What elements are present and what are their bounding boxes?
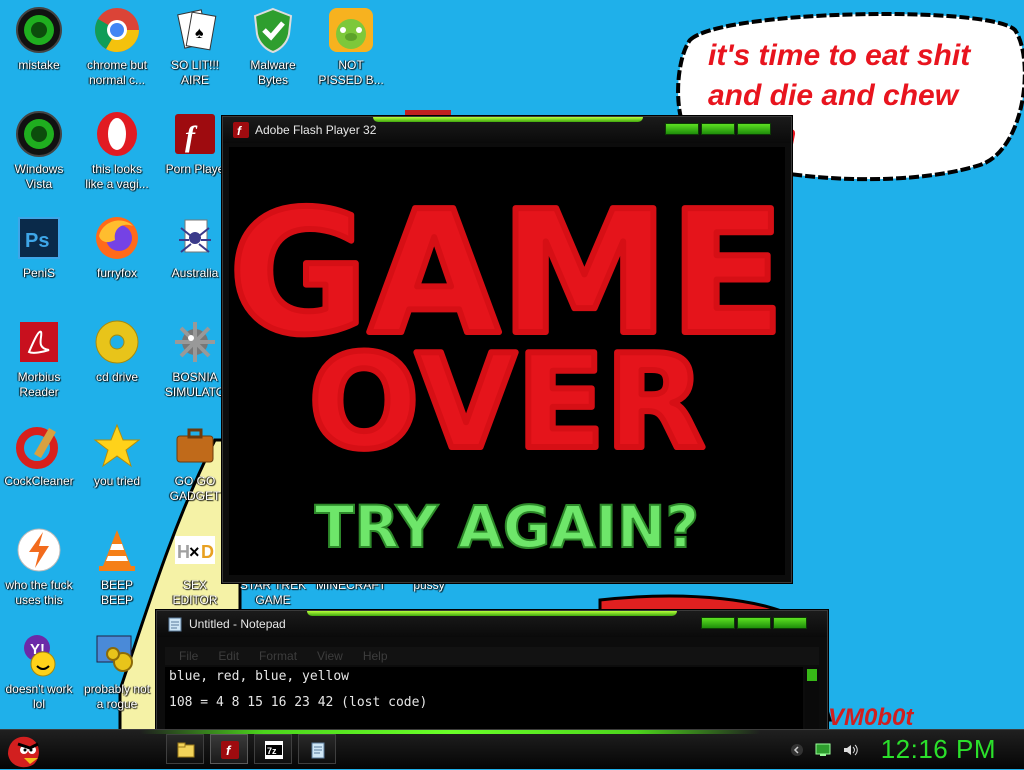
- text-line: blue, red, blue, yellow: [169, 669, 350, 684]
- hxd-icon: H × D: [175, 536, 215, 564]
- chrome-icon: [95, 8, 139, 52]
- explorer-icon: [177, 742, 195, 758]
- desktop-icon-photoshop[interactable]: Ps PeniS: [0, 214, 78, 281]
- taskbar-clock[interactable]: 12:16 PM: [881, 734, 996, 765]
- cd-icon: [95, 320, 139, 364]
- star-icon: [93, 423, 141, 468]
- menu-view[interactable]: View: [317, 647, 343, 665]
- menu-bar: File Edit Format View Help: [165, 647, 819, 665]
- lightning-icon: [17, 528, 61, 572]
- angry-birds-pig-icon: [329, 8, 373, 52]
- desktop-icon-ccleaner[interactable]: CockCleaner: [0, 422, 78, 489]
- svg-text:D: D: [201, 542, 214, 562]
- green-orb-icon: [16, 7, 62, 53]
- green-orb-icon: [16, 111, 62, 157]
- svg-text:7z: 7z: [267, 746, 277, 756]
- try-again-button[interactable]: TRY AGAIN?: [314, 492, 700, 562]
- shield-check-icon: [253, 7, 293, 54]
- briefcase-icon: [176, 428, 214, 463]
- minimize-button[interactable]: [701, 617, 735, 629]
- menu-help[interactable]: Help: [363, 647, 388, 665]
- text-area[interactable]: blue, red, blue, yellow 108 = 4 8 15 16 …: [165, 667, 803, 735]
- taskbar: f 7z 12:16 PM: [0, 729, 1024, 769]
- maximize-button[interactable]: [737, 617, 771, 629]
- svg-text:×: ×: [189, 542, 200, 562]
- game-over-screen: GAME OVER TRY AGAIN?: [226, 172, 788, 562]
- minesweeper-icon: [175, 322, 215, 362]
- taskbar-flash-button[interactable]: f: [210, 734, 248, 764]
- scrollbar-thumb[interactable]: [807, 669, 817, 681]
- pdf-reader-icon: [20, 322, 58, 362]
- ccleaner-icon: [16, 427, 58, 469]
- flash-player-window[interactable]: f Adobe Flash Player 32 GAME OVER TRY AG…: [222, 116, 792, 583]
- window-controls: [701, 617, 807, 629]
- close-button[interactable]: [773, 617, 807, 629]
- taskbar-notepad-button[interactable]: [298, 734, 336, 764]
- menu-format[interactable]: Format: [259, 647, 297, 665]
- notepad-icon: [311, 742, 325, 759]
- notepad-icon: [168, 617, 182, 632]
- desktop-icon-mistake[interactable]: mistake: [0, 6, 78, 73]
- desktop-icon-you-tried[interactable]: you tried: [78, 422, 156, 489]
- spider-solitaire-icon: [179, 219, 211, 253]
- game-over-line2: OVER: [309, 326, 706, 478]
- photoshop-icon: Ps: [18, 217, 60, 259]
- taskbar-7zip-button[interactable]: 7z: [254, 734, 292, 764]
- window-title: Untitled - Notepad: [189, 617, 286, 631]
- desktop-icon-firefox[interactable]: furryfox: [78, 214, 156, 281]
- desktop-icon-chrome[interactable]: chrome but normal c...: [78, 6, 156, 88]
- flash-icon: f: [175, 114, 215, 154]
- solitaire-icon: ♠: [177, 9, 217, 51]
- desktop-icon-windows-vista[interactable]: Windows Vista: [0, 110, 78, 192]
- gears-monitor-icon: [96, 635, 133, 672]
- close-button[interactable]: [737, 123, 771, 135]
- window-controls: [665, 123, 771, 135]
- notepad-window[interactable]: Untitled - Notepad File Edit Format View…: [156, 610, 828, 736]
- network-icon[interactable]: [814, 743, 832, 757]
- flash-icon: f: [233, 122, 249, 138]
- yahoo-messenger-icon: Y!: [24, 635, 56, 677]
- system-tray: [790, 738, 860, 762]
- window-title: Adobe Flash Player 32: [255, 123, 377, 137]
- desktop-icon-vlc[interactable]: BEEP BEEP: [78, 526, 156, 608]
- desktop-icon-pdf-reader[interactable]: Morbius Reader: [0, 318, 78, 400]
- maximize-button[interactable]: [701, 123, 735, 135]
- start-button[interactable]: [2, 728, 44, 770]
- volume-icon[interactable]: [842, 743, 860, 757]
- taskbar-explorer-button[interactable]: [166, 734, 204, 764]
- opera-icon: [97, 112, 137, 156]
- desktop-icon-yahoo-messenger[interactable]: Y! doesn't work lol: [0, 630, 78, 712]
- desktop-icon-angry-birds[interactable]: NOT PISSED B...: [312, 6, 390, 88]
- desktop-icon-rogue[interactable]: probably not a rogue: [78, 630, 156, 712]
- svg-text:Ps: Ps: [25, 230, 49, 252]
- vlc-cone-icon: [99, 530, 135, 571]
- text-line: 108 = 4 8 15 16 23 42 (lost code): [169, 695, 428, 710]
- flash-icon: f: [221, 741, 239, 759]
- 7zip-icon: 7z: [265, 741, 283, 759]
- desktop-icon-who-uses-this[interactable]: who the fuck uses this: [0, 526, 78, 608]
- chevron-left-icon[interactable]: [790, 743, 804, 757]
- desktop-icon-solitaire[interactable]: ♠ SO LIT!!! AIRE: [156, 6, 234, 88]
- desktop-icon-opera[interactable]: this looks like a vagi...: [78, 110, 156, 192]
- title-glow: [307, 611, 677, 616]
- menu-edit[interactable]: Edit: [218, 647, 239, 665]
- minimize-button[interactable]: [665, 123, 699, 135]
- title-glow: [373, 117, 643, 122]
- menu-file[interactable]: File: [179, 647, 198, 665]
- vertical-scrollbar[interactable]: [805, 667, 819, 735]
- svg-text:♠: ♠: [195, 25, 204, 42]
- flash-game-screen[interactable]: GAME OVER TRY AGAIN?: [226, 147, 788, 575]
- firefox-icon: [96, 217, 138, 259]
- desktop-icon-cd-drive[interactable]: cd drive: [78, 318, 156, 385]
- watermark-text: VM0b0t: [828, 704, 914, 731]
- desktop-icon-malwarebytes[interactable]: Malware Bytes: [234, 6, 312, 88]
